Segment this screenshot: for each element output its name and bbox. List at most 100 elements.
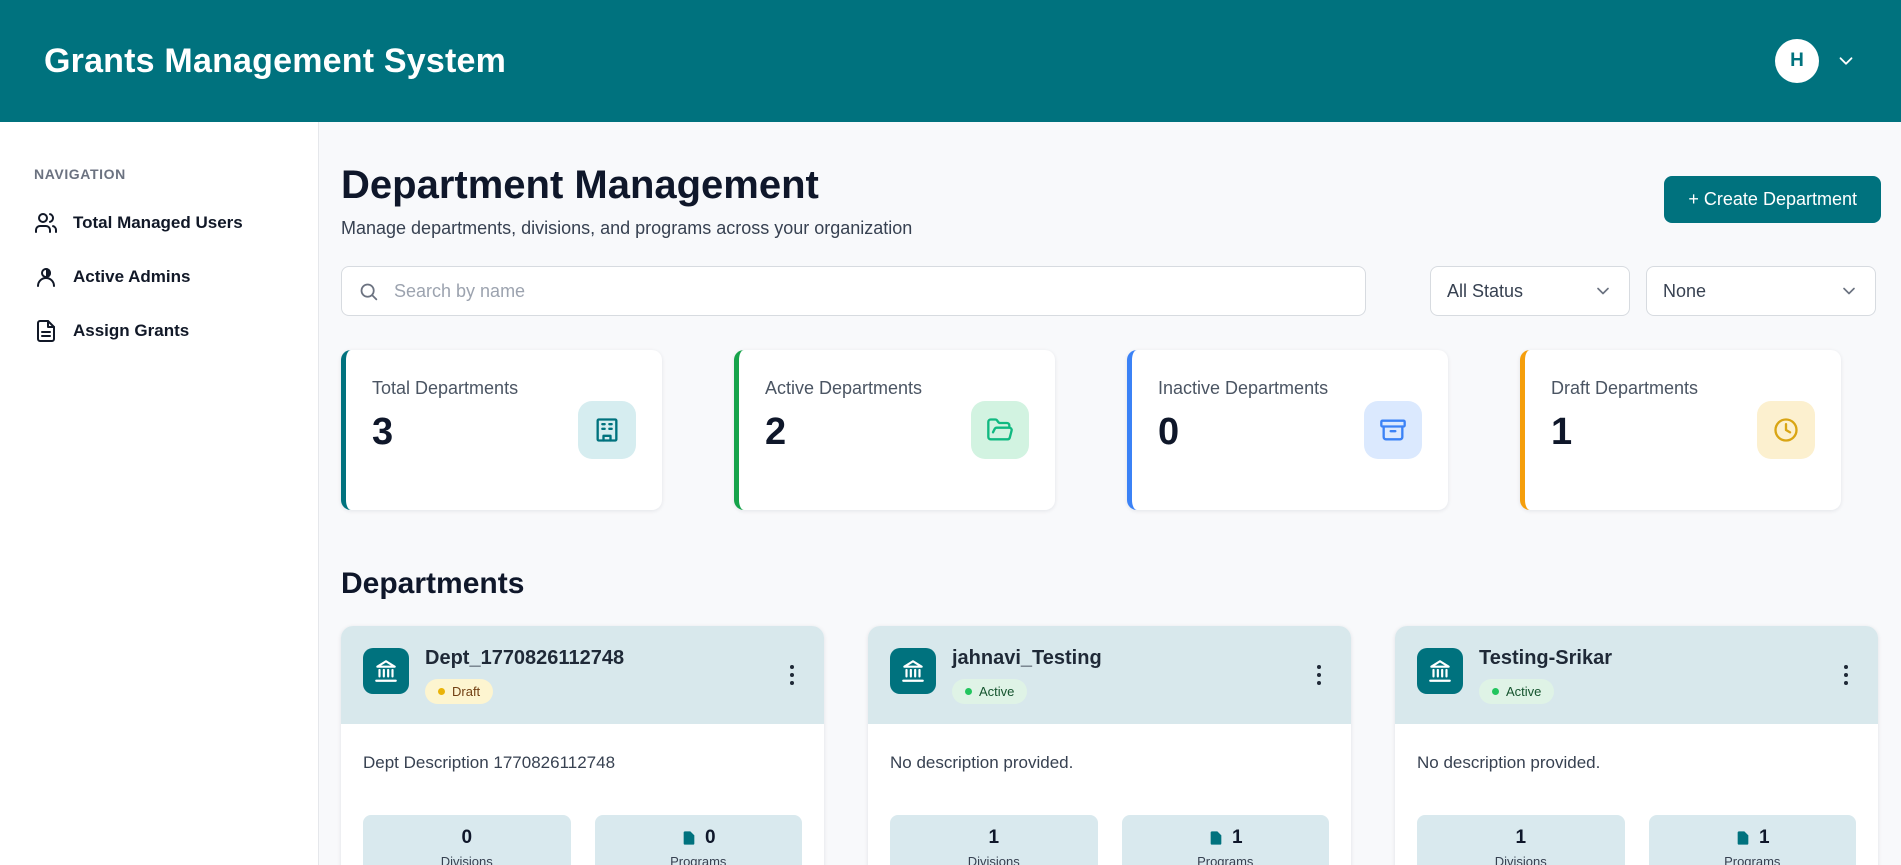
- department-card-body: No description provided. 1 Divisions 1 P…: [1395, 724, 1878, 865]
- department-card-header: Dept_1770826112748 Draft: [341, 626, 824, 724]
- stat-label: Active Departments: [765, 378, 923, 398]
- sidebar-item-label: Assign Grants: [73, 321, 190, 340]
- programs-label: Programs: [1724, 854, 1781, 865]
- department-card: Testing-Srikar Active No description pro…: [1395, 626, 1878, 865]
- page-head-text: Department Management Manage departments…: [341, 162, 912, 240]
- page-head: Department Management Manage departments…: [341, 162, 1881, 240]
- archive-icon: [1364, 401, 1422, 459]
- app-title: Grants Management System: [44, 41, 507, 80]
- bank-icon: [890, 648, 936, 694]
- department-card-titles: Testing-Srikar Active: [1479, 646, 1612, 704]
- card-menu-button[interactable]: [1309, 657, 1329, 693]
- status-dot: [965, 688, 972, 695]
- main-content: Department Management Manage departments…: [319, 122, 1901, 865]
- sort-filter-dropdown[interactable]: None: [1646, 266, 1876, 316]
- programs-stat: 1 Programs: [1648, 815, 1856, 865]
- status-label: Draft: [452, 684, 481, 699]
- card-menu-button[interactable]: [782, 657, 802, 693]
- programs-count: 1: [1231, 827, 1243, 848]
- department-mini-stats: 0 Divisions 0 Programs: [363, 815, 802, 865]
- app-shell: NAVIGATION Total Managed Users Active Ad…: [0, 122, 1901, 865]
- sidebar-item-total-managed-users[interactable]: Total Managed Users: [0, 196, 318, 250]
- divisions-stat: 0 Divisions: [363, 815, 571, 865]
- chevron-down-icon: [1597, 287, 1609, 295]
- divisions-stat: 1 Divisions: [890, 815, 1098, 865]
- card-menu-button[interactable]: [1836, 657, 1856, 693]
- divisions-count: 1: [1515, 827, 1527, 848]
- department-card-titles: Dept_1770826112748 Draft: [425, 646, 624, 704]
- stat-label: Total Departments: [372, 378, 519, 398]
- stat-card-draft-departments: Draft Departments 1: [1520, 350, 1841, 510]
- sidebar-nav: Total Managed Users Active Admins Assign…: [0, 196, 318, 358]
- stat-value: 1: [1551, 411, 1573, 453]
- page-subtitle: Manage departments, divisions, and progr…: [341, 218, 913, 238]
- stat-card-total-departments: Total Departments 3: [341, 350, 662, 510]
- department-name: jahnavi_Testing: [952, 647, 1102, 669]
- page-title: Department Management: [341, 163, 819, 207]
- status-dot: [1492, 688, 1499, 695]
- status-filter-value: All Status: [1447, 280, 1524, 301]
- file-icon: [1737, 831, 1749, 845]
- department-card-header: jahnavi_Testing Active: [868, 626, 1351, 724]
- stat-card-inactive-departments: Inactive Departments 0: [1127, 350, 1448, 510]
- stat-value: 3: [372, 411, 394, 453]
- bank-icon: [363, 648, 409, 694]
- department-card-body: No description provided. 1 Divisions 1 P…: [868, 724, 1351, 865]
- status-label: Active: [979, 684, 1015, 699]
- department-card-header: Testing-Srikar Active: [1395, 626, 1878, 724]
- sidebar-item-active-admins[interactable]: Active Admins: [0, 250, 318, 304]
- bank-icon: [1417, 648, 1463, 694]
- programs-stat: 1 Programs: [1121, 815, 1329, 865]
- sidebar: NAVIGATION Total Managed Users Active Ad…: [0, 122, 319, 865]
- department-card: jahnavi_Testing Active No description pr…: [868, 626, 1351, 865]
- department-description: No description provided.: [890, 753, 1074, 772]
- app-header: Grants Management System H: [0, 0, 1901, 122]
- department-cards-row: Dept_1770826112748 Draft Dept Descriptio…: [341, 626, 1881, 865]
- file-icon: [1210, 831, 1222, 845]
- chevron-down-icon: [1843, 287, 1855, 295]
- stat-text: Total Departments 3: [372, 378, 518, 482]
- stat-label: Inactive Departments: [1158, 378, 1329, 398]
- stat-card-active-departments: Active Departments 2: [734, 350, 1055, 510]
- department-mini-stats: 1 Divisions 1 Programs: [890, 815, 1329, 865]
- stat-text: Inactive Departments 0: [1158, 378, 1328, 482]
- sidebar-item-assign-grants[interactable]: Assign Grants: [0, 304, 318, 358]
- create-department-button[interactable]: + Create Department: [1664, 176, 1881, 223]
- status-dot: [438, 688, 445, 695]
- stats-row: Total Departments 3 Active Departments 2: [341, 350, 1881, 510]
- programs-label: Programs: [670, 854, 727, 865]
- search-box[interactable]: [341, 266, 1366, 316]
- stat-value: 0: [1158, 411, 1180, 453]
- department-card-titles: jahnavi_Testing Active: [952, 646, 1102, 704]
- status-badge: Draft: [425, 679, 494, 704]
- divisions-count: 0: [461, 827, 473, 848]
- department-card-body: Dept Description 1770826112748 0 Divisio…: [341, 724, 824, 865]
- avatar[interactable]: H: [1775, 39, 1819, 83]
- departments-heading: Departments: [341, 567, 525, 600]
- document-icon: [37, 320, 55, 342]
- sidebar-item-label: Active Admins: [73, 267, 191, 286]
- department-name: Testing-Srikar: [1479, 647, 1612, 669]
- department-description: Dept Description 1770826112748: [363, 753, 616, 772]
- divisions-label: Divisions: [1494, 854, 1547, 865]
- clock-icon: [1757, 401, 1815, 459]
- sidebar-heading: NAVIGATION: [34, 166, 126, 182]
- programs-stat: 0 Programs: [594, 815, 802, 865]
- stat-value: 2: [765, 411, 787, 453]
- status-filter-dropdown[interactable]: All Status: [1430, 266, 1630, 316]
- header-user-area: H: [1775, 39, 1857, 83]
- divisions-stat: 1 Divisions: [1417, 815, 1625, 865]
- search-input[interactable]: [392, 279, 1349, 303]
- building-icon: [578, 401, 636, 459]
- divisions-label: Divisions: [440, 854, 493, 865]
- admin-user-icon: [37, 268, 55, 287]
- status-badge: Active: [952, 679, 1028, 704]
- department-name: Dept_1770826112748: [425, 647, 625, 669]
- programs-count: 1: [1758, 827, 1770, 848]
- stat-text: Active Departments 2: [765, 378, 922, 482]
- search-icon: [360, 283, 378, 300]
- stat-text: Draft Departments 1: [1551, 378, 1698, 482]
- avatar-initial: H: [1790, 50, 1804, 71]
- chevron-down-icon[interactable]: [1835, 50, 1857, 72]
- stat-label: Draft Departments: [1551, 378, 1699, 398]
